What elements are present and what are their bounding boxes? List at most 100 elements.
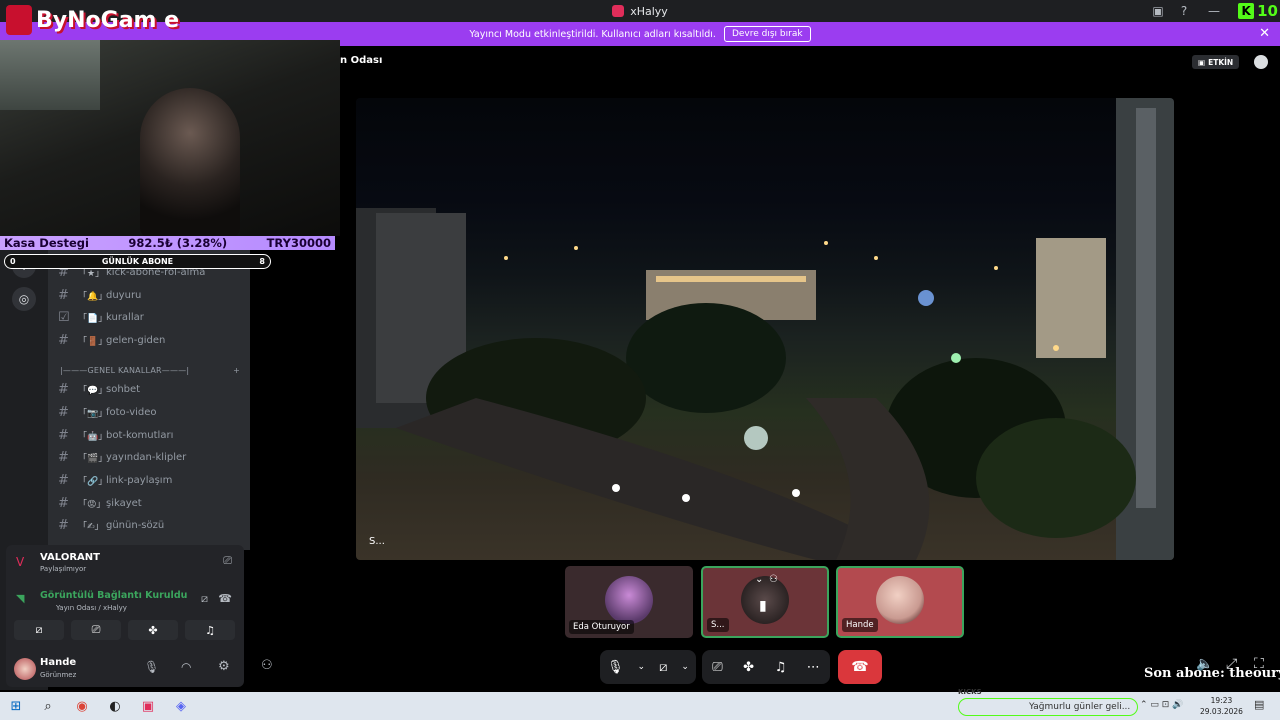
invite-icon[interactable]: ⚇	[261, 658, 273, 673]
valorant-icon[interactable]: ▣	[138, 696, 158, 716]
donation-goal-bar: Kasa Destegi 982.5₺ (3.28%) TRY30000	[0, 236, 335, 250]
disable-streamer-mode-button[interactable]: Devre dışı bırak	[723, 26, 811, 42]
chevron-down-icon[interactable]: ⌄	[755, 574, 763, 585]
signal-icon[interactable]: ◥	[16, 592, 24, 605]
channel-emoji: 「🔗」	[78, 476, 108, 487]
channel-logo: ByNoGam e	[0, 0, 180, 40]
hash-icon: #	[58, 332, 69, 348]
discord-icon[interactable]: ◈	[171, 696, 191, 716]
participant-tile-eda[interactable]: Eda Oturuyor	[565, 566, 693, 638]
gear-icon[interactable]: ⚙	[218, 659, 230, 674]
system-clock[interactable]: 19:23 29.03.2026	[1200, 695, 1243, 717]
channel-name: yayından-klipler	[106, 451, 187, 463]
category-label: |———GENEL KANALLAR———|	[60, 366, 190, 375]
chrome-icon[interactable]: ◉	[72, 696, 92, 716]
soundboard-button[interactable]: ♫	[185, 620, 235, 640]
screen-share-icon: ⎚	[91, 623, 101, 636]
channel-item[interactable]: # 「😡」 şikayet	[58, 493, 243, 513]
minimize-button[interactable]: —	[1200, 0, 1228, 22]
room-title: n Odası	[340, 55, 383, 66]
channel-name: sohbet	[106, 383, 141, 395]
windows-start-icon[interactable]: ⊞	[6, 696, 26, 716]
chevron-down-icon[interactable]: ⌄	[681, 662, 689, 672]
participant-tile-s[interactable]: ▮ ⌄ ⚇ S...	[701, 566, 829, 638]
user-name[interactable]: Hande	[40, 657, 76, 668]
camera-button[interactable]: ⧄	[14, 620, 64, 640]
activity-label: ETKİN	[1208, 57, 1234, 67]
window-title: xHalyy	[630, 4, 668, 18]
connection-status[interactable]: Görüntülü Bağlantı Kuruldu	[40, 590, 187, 601]
channel-item[interactable]: # 「✍」 günün-sözü	[58, 515, 243, 535]
noise-suppression-icon[interactable]: ⧄	[201, 592, 208, 606]
avatar[interactable]	[14, 658, 36, 680]
close-icon[interactable]: ✕	[1259, 26, 1270, 41]
more-icon[interactable]: ⋯	[807, 660, 820, 675]
screen-share-button[interactable]: ⎚	[71, 620, 121, 640]
screen-share-icon[interactable]: ⎚	[712, 660, 722, 675]
channel-emoji: 「😡」	[78, 499, 106, 510]
chat-icon[interactable]	[1254, 55, 1268, 69]
participant-tile-hande[interactable]: Hande	[836, 566, 964, 638]
last-subscriber-ticker: Son abone: theouryun	[1144, 666, 1280, 681]
camera-off-icon[interactable]: ⧄	[659, 660, 667, 675]
category-genel-kanallar[interactable]: |———GENEL KANALLAR———| +	[60, 366, 240, 375]
window-background	[0, 40, 100, 110]
hash-icon: #	[58, 449, 69, 465]
subs-min: 0	[10, 257, 16, 266]
logo-mark-icon	[6, 5, 32, 35]
channel-item[interactable]: # 「📷」 foto-video	[58, 402, 243, 422]
hash-icon: #	[58, 495, 69, 511]
hash-icon: #	[58, 427, 69, 443]
headphones-icon[interactable]: ◠	[181, 660, 191, 674]
microphone-icon[interactable]: 🎙	[144, 660, 159, 674]
notification-icon[interactable]: ▤	[1254, 698, 1264, 711]
search-icon[interactable]: ⌕	[38, 696, 58, 716]
channel-item[interactable]: # 「🚪」 gelen-giden	[58, 330, 243, 350]
channel-item[interactable]: ☑ 「📄」 kurallar	[58, 307, 243, 327]
donation-label: Kasa Destegi	[4, 236, 89, 250]
disconnect-icon[interactable]: ☎	[218, 592, 232, 605]
streamer-webcam	[140, 88, 240, 236]
channel-emoji: 「🎬」	[78, 453, 108, 464]
steam-icon[interactable]: ◐	[105, 696, 125, 716]
channel-item[interactable]: # 「🎬」 yayından-klipler	[58, 447, 243, 467]
main-video-stream[interactable]	[356, 98, 1174, 560]
microphone-icon[interactable]: 🎙	[607, 660, 624, 675]
connection-channel[interactable]: Yayın Odası / xHalyy	[56, 604, 127, 612]
channel-item[interactable]: # 「🔔」 duyuru	[58, 285, 243, 305]
soundboard-icon: ♫	[205, 623, 215, 637]
music-ticker: Yağmurlu günler geli...	[958, 698, 1138, 716]
chevron-down-icon[interactable]: ⌄	[638, 662, 646, 672]
participant-name: S...	[707, 618, 729, 632]
app-icon	[612, 5, 625, 17]
soundboard-icon[interactable]: ♫	[775, 660, 787, 675]
discover-icon[interactable]: ◎	[12, 287, 36, 311]
add-friend-icon[interactable]: ⚇	[769, 574, 778, 585]
channel-emoji: 「✍」	[78, 521, 104, 532]
clock-date: 29.03.2026	[1200, 707, 1243, 716]
activity-icon: ▣	[1198, 57, 1206, 67]
screen-share-icon[interactable]: ▣	[1144, 0, 1172, 22]
user-area: Hande Görünmez 🎙 ◠ ⚙	[6, 652, 244, 688]
disconnect-button[interactable]: ☎	[838, 650, 882, 684]
tray-icons[interactable]: ⌃ ▭ ⊡ 🔊	[1140, 700, 1183, 710]
activities-icon[interactable]: ✤	[743, 660, 754, 675]
avatar	[605, 576, 653, 624]
user-status: Görünmez	[40, 671, 77, 679]
activities-button[interactable]: ✤	[128, 620, 178, 640]
channel-name: günün-sözü	[106, 519, 165, 531]
participant-name: Eda Oturuyor	[569, 620, 634, 634]
add-channel-icon[interactable]: +	[233, 366, 240, 375]
city-night-scene	[356, 98, 1174, 560]
participant-name: Hande	[842, 618, 878, 632]
hash-icon: #	[58, 381, 69, 397]
activity-badge[interactable]: ▣ ETKİN	[1192, 55, 1240, 69]
stream-icon[interactable]: ⎚	[223, 554, 232, 568]
channel-name: kurallar	[106, 311, 144, 323]
camera-off-icon: ▮	[759, 598, 767, 614]
channel-item[interactable]: # 「🔗」 link-paylaşım	[58, 470, 243, 490]
channel-item[interactable]: # 「🤖」 bot-komutları	[58, 425, 243, 445]
channel-list: # 「★」 kick-abone-rol-alma # 「🔔」 duyuru ☑…	[48, 250, 250, 550]
help-icon[interactable]: ?	[1170, 0, 1198, 22]
channel-item[interactable]: # 「💬」 sohbet	[58, 379, 243, 399]
